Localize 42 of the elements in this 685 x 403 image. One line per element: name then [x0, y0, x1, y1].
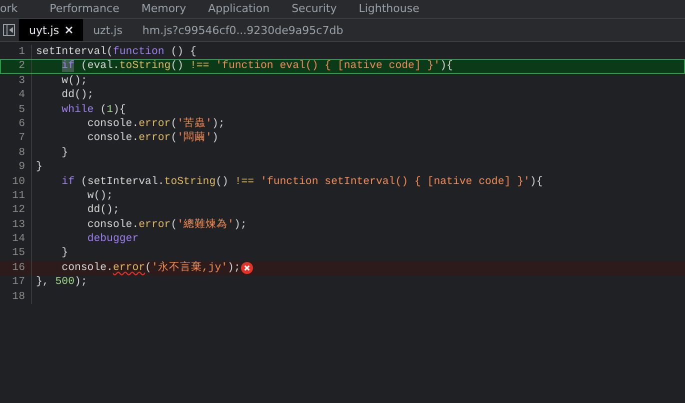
line-number: 17	[0, 275, 32, 290]
panel-tab[interactable]: Lighthouse	[358, 0, 442, 18]
panel-tab[interactable]: Performance	[50, 0, 142, 18]
code-text: console.error('永不言棄,jy');	[60, 260, 240, 276]
line-number: 14	[0, 232, 32, 246]
code-text: debugger	[86, 232, 139, 246]
line-number: 12	[0, 203, 32, 218]
code-text: console.error('闆繭')	[86, 131, 218, 146]
code-text: if (eval.toString() !== 'function eval() { [native code] }'){	[60, 59, 453, 74]
line-number: 7	[0, 131, 32, 146]
line-number: 18	[0, 290, 32, 304]
code-text: }	[60, 146, 68, 160]
code-text: if (setInterval.toString() !== 'function setInterval() { [native code] }'){	[60, 174, 543, 189]
line-number: 5	[0, 102, 32, 117]
code-text: console.error('苦蟲');	[86, 116, 225, 131]
code-text: }	[35, 160, 42, 175]
code-text: console.error('總難煉為');	[86, 218, 247, 232]
code-text: w();	[86, 188, 113, 204]
line-number: 11	[0, 188, 32, 204]
line-number: 8	[0, 146, 32, 160]
code-text: setInterval(function () {	[35, 45, 196, 60]
file-tab[interactable]: hm.js?c99546cf0...9230de9a95c7db	[132, 19, 354, 41]
code-text: }, 500);	[35, 275, 88, 290]
panel-tab[interactable]: ork	[0, 0, 50, 18]
code-text: w();	[60, 74, 88, 88]
line-number: 3	[0, 74, 32, 88]
code-text: dd();	[86, 203, 120, 218]
line-number: 16	[0, 260, 32, 276]
panel-tab[interactable]: Security	[292, 0, 359, 18]
code-text: while (1){	[60, 102, 126, 117]
code-text: dd();	[60, 88, 94, 103]
file-tab[interactable]: uzt.js	[83, 19, 132, 41]
line-number: 6	[0, 116, 32, 132]
panel-tab[interactable]: Memory	[141, 0, 208, 18]
code-text: }	[60, 246, 68, 261]
line-number: 9	[0, 160, 32, 175]
panel-tab[interactable]: Application	[208, 0, 292, 18]
line-number: 2	[0, 59, 32, 74]
line-number: 13	[0, 218, 32, 232]
line-number: 4	[0, 88, 32, 103]
file-tab[interactable]: uyt.js	[19, 19, 84, 41]
line-number: 10	[0, 174, 32, 189]
